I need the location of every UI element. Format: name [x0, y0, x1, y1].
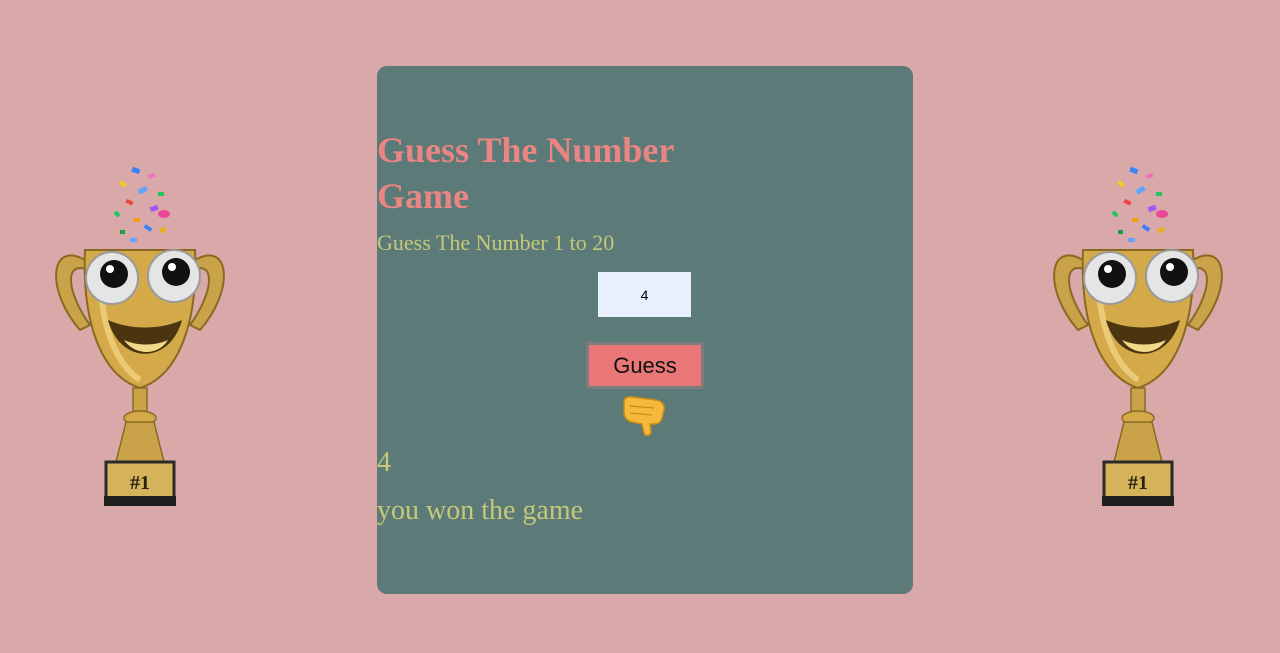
guess-button[interactable]: Guess [586, 342, 704, 389]
result-message: you won the game [377, 495, 584, 526]
pointing-down-hand-icon [623, 396, 665, 437]
page-title: Guess The Number Game [377, 127, 913, 219]
instruction-text: Guess The Number 1 to 20 [377, 230, 615, 255]
page-title-text: Guess The Number Game [377, 130, 674, 216]
trophy-left-label: #1 [130, 472, 150, 494]
trophy-right-icon: #1 [1053, 166, 1223, 506]
result-number: 4 [377, 447, 391, 478]
confetti-left [113, 166, 170, 242]
trophy-left-icon: #1 [55, 166, 225, 506]
guess-input[interactable] [598, 272, 691, 317]
trophy-right-label: #1 [1128, 472, 1148, 494]
confetti-right [1111, 166, 1168, 242]
game-page: #1 #1 Guess The Number Game Guess The Nu… [0, 0, 1280, 653]
